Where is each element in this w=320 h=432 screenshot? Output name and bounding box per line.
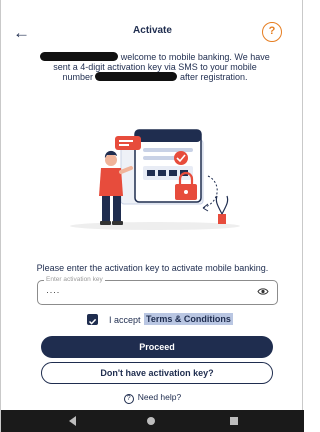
redacted-number bbox=[95, 72, 178, 81]
help-button[interactable]: ? bbox=[262, 22, 282, 42]
no-activation-key-button[interactable]: Don't have activation key? bbox=[41, 362, 273, 384]
question-icon: ? bbox=[268, 25, 276, 37]
system-nav-bar bbox=[1, 410, 304, 432]
page-title: Activate bbox=[133, 25, 172, 36]
checkmark-icon bbox=[88, 318, 97, 325]
nav-recents-icon[interactable] bbox=[230, 417, 238, 425]
activation-illustration bbox=[70, 129, 240, 230]
activation-key-input[interactable]: ···· bbox=[46, 287, 60, 297]
terms-conditions-link[interactable]: Terms & Conditions bbox=[144, 313, 233, 325]
eye-icon[interactable] bbox=[257, 287, 269, 296]
intro-text-line2: sent a 4-digit activation key via SMS to… bbox=[53, 62, 257, 72]
activation-prompt: Please enter the activation key to activ… bbox=[36, 263, 269, 273]
intro-text-line4: after registration. bbox=[180, 72, 248, 82]
redacted-name bbox=[40, 52, 119, 61]
header: ← Activate ? bbox=[1, 22, 304, 46]
question-circle-icon: ? bbox=[123, 394, 134, 404]
intro-text-line1: welcome to mobile banking. We have bbox=[120, 52, 270, 62]
activation-key-field[interactable]: Enter activation key ···· bbox=[37, 276, 278, 305]
nav-back-icon[interactable] bbox=[69, 416, 76, 426]
need-help-link[interactable]: ? Need help? bbox=[1, 392, 304, 404]
nav-home-icon[interactable] bbox=[147, 417, 155, 425]
need-help-label: Need help? bbox=[137, 392, 182, 402]
terms-text: I accept bbox=[109, 315, 141, 325]
screen: ← Activate ? welcome to mobile banking. … bbox=[0, 0, 304, 432]
proceed-button[interactable]: Proceed bbox=[41, 336, 273, 358]
terms-checkbox[interactable] bbox=[87, 314, 98, 325]
intro-text: welcome to mobile banking. We have sent … bbox=[19, 52, 291, 82]
intro-text-line3: number bbox=[62, 72, 93, 82]
activation-key-label: Enter activation key bbox=[44, 276, 105, 283]
